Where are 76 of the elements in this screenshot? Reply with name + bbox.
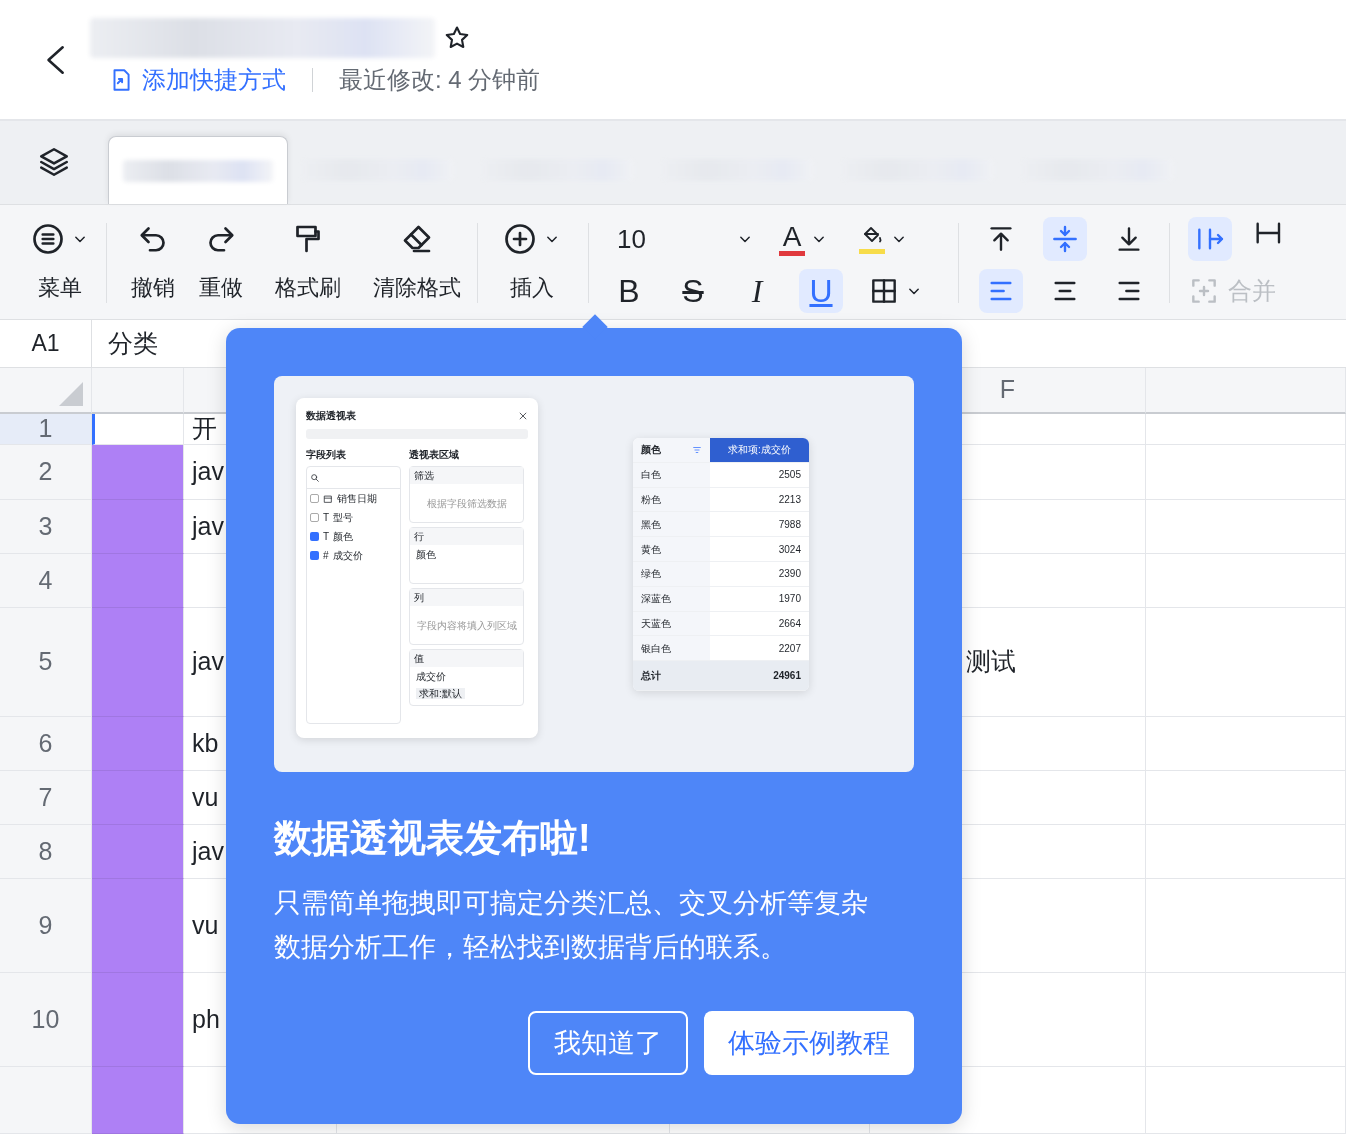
toolbar-button[interactable]: 清除格式 (373, 217, 461, 319)
row-header[interactable]: 5 (0, 608, 92, 717)
checkbox[interactable] (310, 494, 319, 503)
toolbar-button[interactable]: 插入 (502, 217, 562, 319)
plus-circle-icon (502, 221, 538, 257)
table-cell-text: 测试 (966, 646, 1016, 678)
dismiss-button[interactable]: 我知道了 (528, 1011, 688, 1075)
row-header[interactable]: 2 (0, 445, 92, 500)
text-style-button[interactable]: B (607, 269, 651, 313)
search-icon (310, 473, 320, 484)
wrap-button[interactable] (1188, 217, 1232, 261)
area-hint: 字段内容将填入列区域 (416, 620, 517, 631)
table-cell-text: 2207 (777, 641, 802, 656)
table-cell-text: 1970 (777, 592, 802, 607)
table-cell: 黄色 (633, 537, 710, 561)
field-label: 颜色 (415, 548, 437, 562)
column-header: 颜色 (641, 443, 661, 458)
type-icon: T (323, 510, 330, 525)
layers-icon[interactable] (37, 145, 71, 179)
checkbox[interactable] (310, 513, 319, 522)
checkbox[interactable] (310, 532, 319, 541)
row-header[interactable]: 8 (0, 825, 92, 879)
row-header[interactable]: 1 (0, 414, 92, 445)
table-cell: 粉色 (633, 487, 710, 512)
total-value: 24961 (772, 669, 802, 684)
tutorial-button[interactable]: 体验示例教程 (704, 1011, 914, 1075)
name-box[interactable]: A1 (0, 319, 92, 368)
toolbar-button[interactable]: 菜单 (30, 217, 90, 319)
filter-icon (692, 444, 702, 455)
area-title: 行 (410, 528, 523, 545)
row-header[interactable]: 10 (0, 973, 92, 1067)
close-icon (518, 410, 528, 421)
area-title: 值 (410, 650, 523, 667)
table-cell-text: 2390 (777, 567, 802, 582)
toolbar-button[interactable]: 格式刷 (275, 217, 341, 319)
toolbar-button[interactable]: 重做 (199, 217, 243, 319)
text-style-button[interactable]: U (799, 269, 843, 313)
font-size-dropdown[interactable]: 10 (603, 217, 763, 261)
table-cell: 白色 (633, 462, 710, 487)
table-cell-text: 2664 (777, 616, 802, 631)
type-icon: T (323, 529, 330, 544)
formula-text: 分类 (108, 327, 158, 359)
calendar-icon (323, 493, 333, 504)
last-modified: 最近修改: 4 分钟前 (339, 65, 541, 95)
row-header[interactable]: 9 (0, 879, 92, 973)
field-name: 销售日期 (337, 492, 377, 506)
total-label: 总计 (639, 669, 662, 684)
table-cell: 黑色 (633, 512, 710, 537)
toolbar-button[interactable]: 撤销 (131, 217, 175, 319)
row-header[interactable]: 3 (0, 500, 92, 554)
row-header[interactable]: 6 (0, 717, 92, 771)
table-cell: 银白色 (633, 636, 710, 661)
table-cell-text: 3024 (777, 542, 802, 557)
text-style-button[interactable]: S (671, 269, 715, 313)
corner-triangle-icon (59, 382, 83, 406)
row-header[interactable]: 4 (0, 554, 92, 608)
menu-icon (30, 221, 66, 257)
table-cell: 天蓝色 (633, 611, 710, 636)
section-title: 透视表区域 (409, 448, 460, 462)
area-hint: 根据字段筛选数据 (426, 498, 507, 509)
table-cell: 深蓝色 (633, 586, 710, 611)
table-cell-text: 2505 (777, 468, 802, 483)
font-color-button[interactable]: A (771, 217, 837, 261)
aggregation-tag: 求和:默认 (416, 688, 465, 699)
field-label: 成交价 (415, 670, 447, 684)
checkbox[interactable] (310, 551, 319, 560)
table-cell-text: 2213 (777, 493, 802, 507)
area-title: 筛选 (410, 467, 523, 484)
letter-a-icon: A (782, 222, 802, 251)
text-style-button[interactable]: I (735, 269, 779, 313)
table-cell: 绿色 (633, 562, 710, 586)
column-header: 求和项:成交价 (710, 438, 809, 462)
area-title: 列 (410, 589, 523, 606)
table-cell-text: 7988 (777, 517, 802, 532)
row-header[interactable]: 7 (0, 771, 92, 825)
add-shortcut-link[interactable]: 添加快捷方式 (108, 62, 286, 98)
